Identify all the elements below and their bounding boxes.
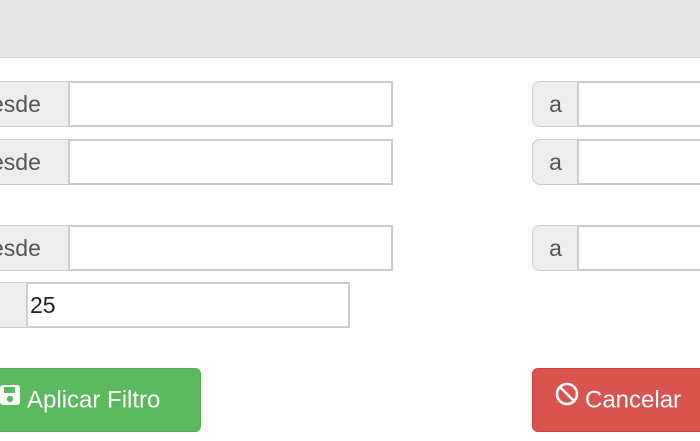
to-input-1[interactable]	[577, 81, 700, 127]
cancel-label: Cancelar	[585, 386, 682, 414]
to-label-3: a	[532, 225, 579, 271]
from-label-2: esde	[0, 139, 69, 185]
save-icon	[0, 369, 21, 430]
limit-addon	[0, 282, 28, 328]
apply-filter-label: Aplicar Filtro	[27, 386, 161, 414]
from-input-3[interactable]	[68, 225, 393, 271]
filter-panel: esde a esde a esde a Aplicar Filtro Canc…	[0, 0, 700, 441]
cancel-button[interactable]: Cancelar	[532, 368, 700, 432]
from-input-1[interactable]	[68, 81, 393, 127]
limit-input[interactable]	[26, 282, 350, 328]
apply-filter-button[interactable]: Aplicar Filtro	[0, 368, 201, 432]
from-input-2[interactable]	[68, 139, 393, 185]
from-label-1: esde	[0, 81, 69, 127]
from-label-3: esde	[0, 225, 69, 271]
to-label-1: a	[532, 81, 579, 127]
to-label-2: a	[532, 139, 579, 185]
to-input-2[interactable]	[577, 139, 700, 185]
to-input-3[interactable]	[577, 225, 700, 271]
modal-header	[0, 0, 700, 58]
ban-icon	[555, 369, 579, 430]
